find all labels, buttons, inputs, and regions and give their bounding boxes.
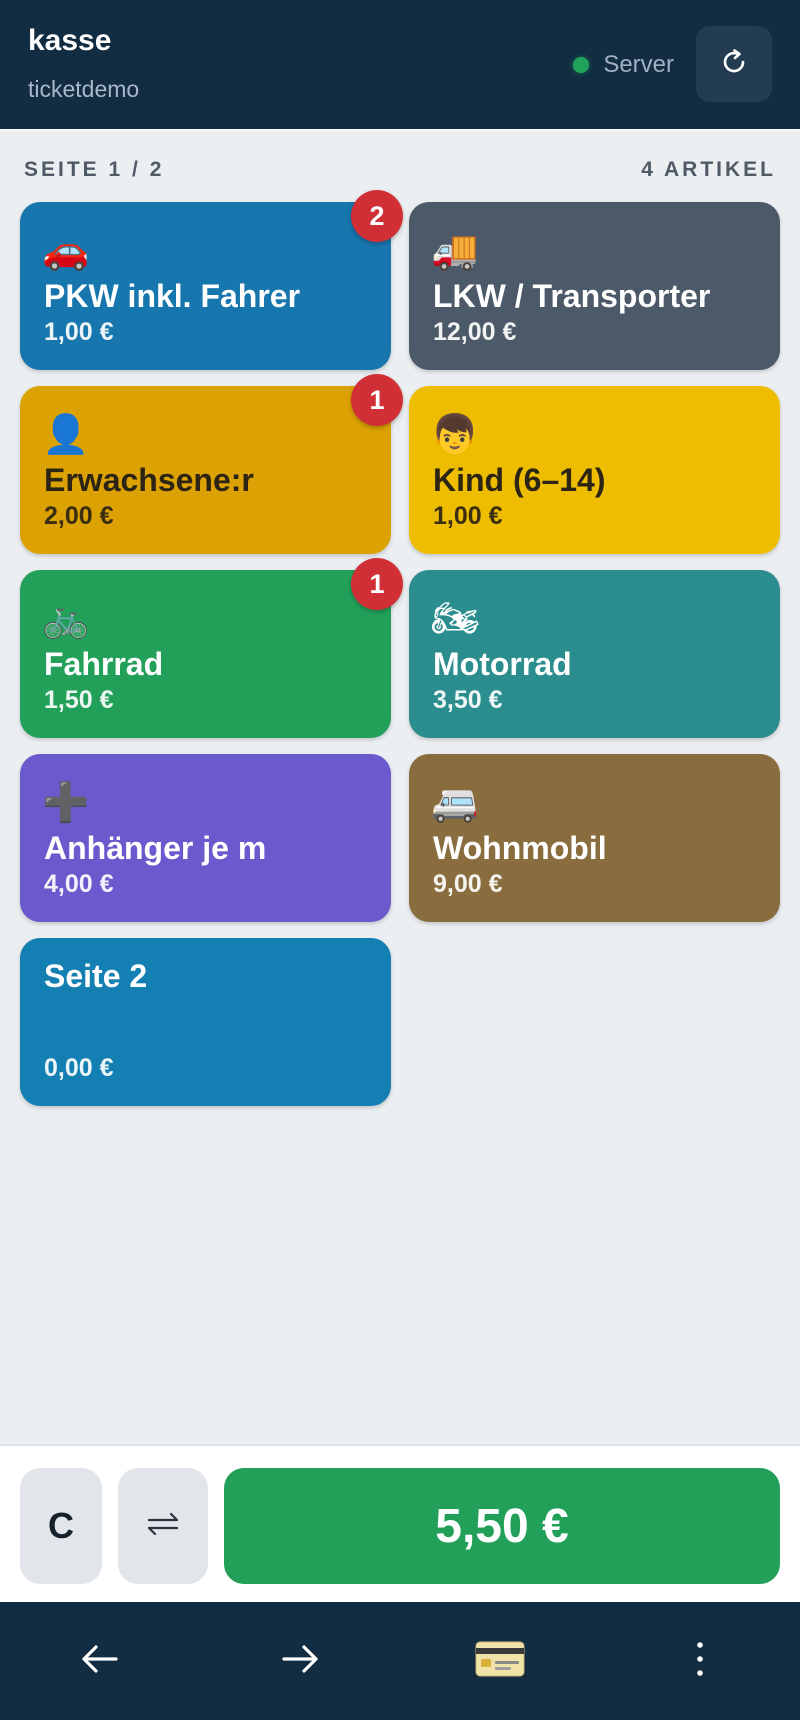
product-grid: 🚗 PKW inkl. Fahrer 1,00 € 2 🚚 LKW / Transport… (20, 190, 780, 1106)
product-name: Kind (6–14) (433, 462, 606, 498)
swap-arrows-icon (145, 1510, 181, 1543)
page-meta-row: SEITE 1 / 2 4 ARTIKEL (24, 158, 776, 182)
product-icon: 👤 (42, 412, 90, 456)
forward-arrow-icon (280, 1643, 320, 1680)
product-price: 0,00 € (44, 1054, 114, 1082)
product-name: PKW inkl. Fahrer (44, 278, 301, 314)
app-title: kasse (28, 24, 112, 57)
server-status: Server (573, 51, 674, 79)
product-price: 4,00 € (44, 870, 114, 898)
nav-back-button[interactable] (0, 1602, 200, 1720)
product-tile[interactable]: 🏍 Motorrad 3,50 € (409, 570, 780, 738)
product-tile[interactable]: 🚐 Wohnmobil 9,00 € (409, 754, 780, 922)
product-price: 9,00 € (433, 870, 503, 898)
server-status-label: Server (603, 51, 674, 78)
product-name: LKW / Transporter (433, 278, 711, 314)
swap-button[interactable] (118, 1468, 208, 1584)
product-price: 3,50 € (433, 686, 503, 714)
quantity-badge: 1 (351, 374, 403, 426)
app-subtitle: ticketdemo (28, 76, 140, 102)
product-icon: 🏍 (431, 596, 480, 640)
product-name: Seite 2 (44, 958, 148, 994)
quantity-badge: 1 (351, 558, 403, 610)
product-icon: 🚚 (431, 228, 479, 272)
credit-card-icon (475, 1641, 525, 1682)
product-icon: ➕ (42, 780, 90, 824)
refresh-button[interactable] (696, 26, 772, 102)
product-tile[interactable]: 🚲 Fahrrad 1,50 € 1 (20, 558, 403, 738)
quantity-badge: 2 (351, 190, 403, 242)
product-name: Anhänger je m (44, 830, 267, 866)
clear-button[interactable]: C (20, 1468, 102, 1584)
bottom-nav (0, 1602, 800, 1720)
checkout-bar: C 5,50 € (0, 1444, 800, 1604)
product-icon: 🚲 (42, 596, 90, 640)
page-indicator: SEITE 1 / 2 (24, 158, 165, 181)
product-tile[interactable]: ➕ Anhänger je m 4,00 € (20, 754, 391, 922)
product-tile[interactable]: 👦 Kind (6–14) 1,00 € (409, 386, 780, 554)
product-price: 2,00 € (44, 502, 114, 530)
nav-card-button[interactable] (400, 1602, 600, 1720)
nav-more-button[interactable] (600, 1602, 800, 1720)
product-icon: 👦 (431, 412, 479, 456)
product-icon: 🚐 (431, 780, 479, 824)
product-name: Erwachsene:r (44, 462, 254, 498)
nav-forward-button[interactable] (200, 1602, 400, 1720)
product-price: 12,00 € (433, 318, 517, 346)
header-divider (0, 129, 800, 131)
more-vertical-icon (695, 1641, 705, 1682)
pay-total-button[interactable]: 5,50 € (224, 1468, 780, 1584)
server-status-dot-icon (573, 57, 590, 73)
product-name: Motorrad (433, 646, 572, 682)
product-price: 1,00 € (44, 318, 114, 346)
product-price: 1,50 € (44, 686, 114, 714)
refresh-icon (718, 46, 750, 83)
product-tile[interactable]: 🚗 PKW inkl. Fahrer 1,00 € 2 (20, 190, 403, 370)
product-name: Wohnmobil (433, 830, 607, 866)
product-name: Fahrrad (44, 646, 164, 682)
article-count: 4 ARTIKEL (641, 158, 776, 181)
product-tile[interactable]: 🚚 LKW / Transporter 12,00 € (409, 202, 780, 370)
product-tile[interactable]: Seite 2 0,00 € (20, 938, 391, 1106)
product-icon: 🚗 (42, 228, 90, 272)
product-tile[interactable]: 👤 Erwachsene:r 2,00 € 1 (20, 374, 403, 554)
back-arrow-icon (80, 1643, 120, 1680)
product-price: 1,00 € (433, 502, 503, 530)
app-header: kasse ticketdemo Server (0, 0, 800, 129)
